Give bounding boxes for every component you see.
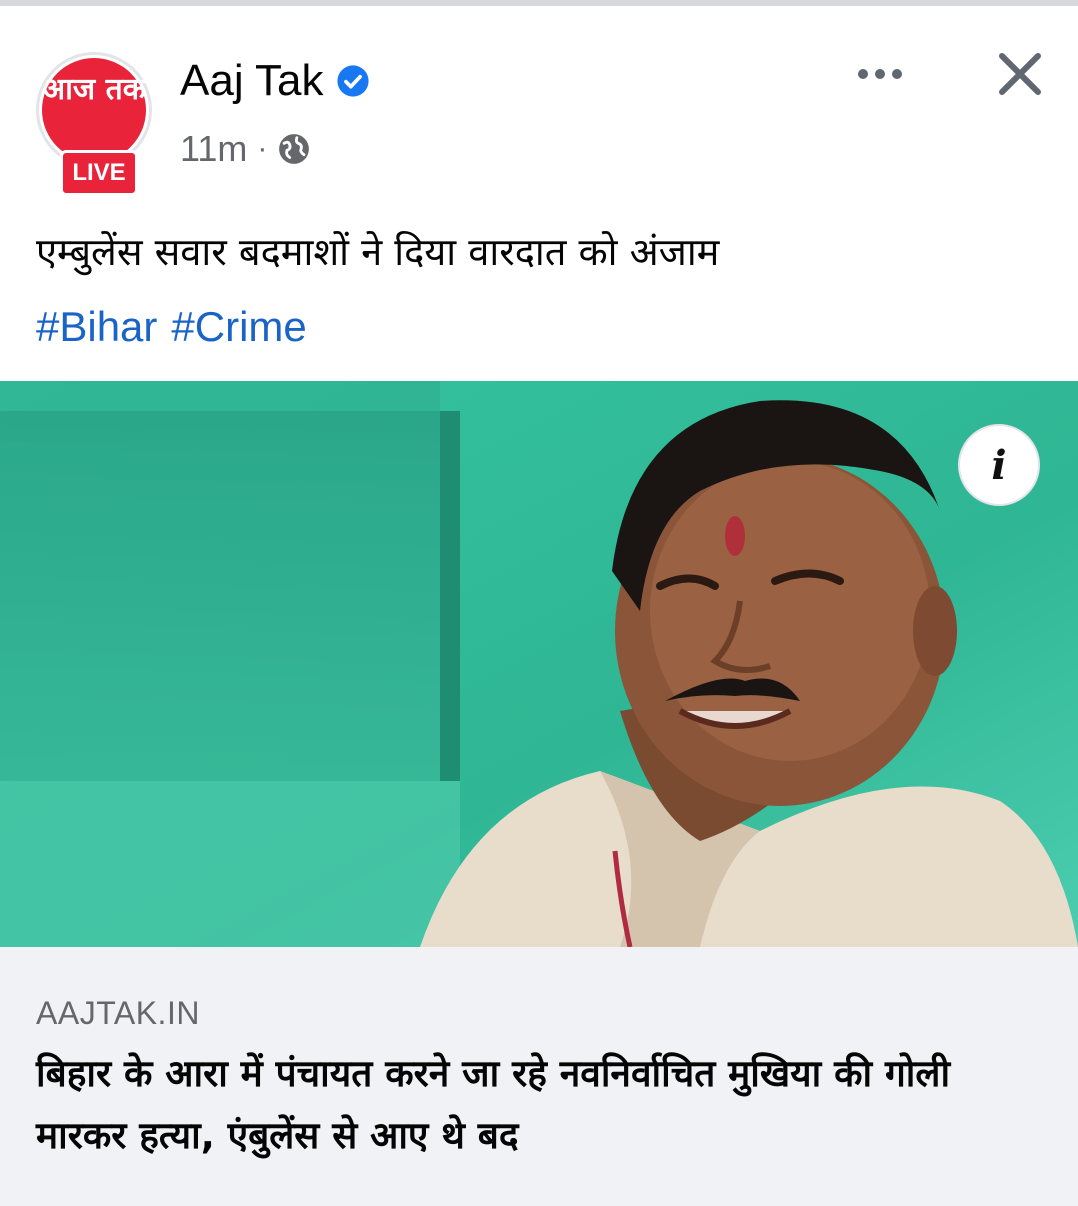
more-options-button[interactable] — [848, 50, 912, 98]
hashtag-list: #Bihar #Crime — [36, 300, 321, 354]
close-icon[interactable] — [988, 42, 1052, 106]
hashtag-crime[interactable]: #Crime — [171, 303, 306, 350]
more-dot — [892, 69, 902, 79]
link-title: बिहार के आरा में पंचायत करने जा रहे नवनि… — [36, 1052, 951, 1157]
timestamp[interactable]: 11m — [180, 128, 247, 170]
news-feed-post: आज तक LIVE Aaj Tak 11m · एम्बुलेंस सवार … — [0, 6, 1078, 1206]
info-icon[interactable]: i — [958, 424, 1040, 506]
meta-separator: · — [257, 132, 268, 165]
verified-badge-icon — [336, 65, 369, 97]
post-text: एम्बुलेंस सवार बदमाशों ने दिया वारदात को… — [36, 230, 720, 274]
photo-illustration — [0, 381, 1078, 947]
link-preview[interactable]: AAJTAK.IN बिहार के आरा में पंचायत करने ज… — [0, 947, 1078, 1206]
link-preview-image[interactable] — [0, 381, 1078, 947]
post-meta: 11m · — [180, 128, 311, 170]
more-dot — [858, 69, 868, 79]
page-name-link[interactable]: Aaj Tak — [180, 54, 370, 108]
live-badge: LIVE — [60, 150, 138, 196]
link-domain: AAJTAK.IN — [36, 995, 200, 1031]
page-avatar[interactable]: आज तक LIVE — [34, 50, 160, 196]
globe-icon — [279, 134, 310, 164]
hashtag-bihar[interactable]: #Bihar — [36, 303, 157, 350]
avatar-logo-text: आज तक — [42, 72, 146, 107]
page-name: Aaj Tak — [180, 56, 324, 105]
more-dot — [875, 69, 885, 79]
